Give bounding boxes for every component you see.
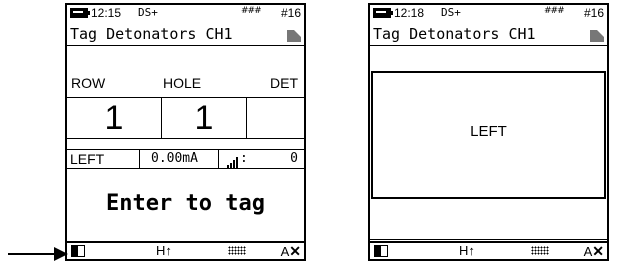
divider — [218, 150, 219, 168]
det-value[interactable] — [247, 98, 304, 138]
screen-title-text: Tag Detonators CH1 — [70, 25, 233, 43]
divider — [370, 239, 607, 240]
status-time: 12:18 — [394, 6, 425, 20]
column-headers: ROW HOLE DET — [67, 67, 304, 98]
softkey-ax[interactable]: A✕ — [280, 243, 301, 259]
current-reading: 0.00mA — [151, 151, 198, 166]
signal-count: 0 — [290, 151, 298, 166]
battery-icon — [70, 8, 90, 18]
header-det: DET — [270, 75, 298, 91]
softkey-bar: H↑ A✕ — [67, 241, 304, 259]
status-mode: DS+ — [138, 6, 158, 19]
hole-value[interactable]: 1 — [162, 98, 247, 138]
softkey-bar: H↑ A✕ — [370, 241, 607, 259]
header-hole: HOLE — [163, 75, 202, 91]
screen-title-text: Tag Detonators CH1 — [373, 25, 536, 43]
value-row: 1 1 — [67, 98, 304, 139]
page-corner-icon — [590, 30, 604, 42]
device-screen-2: 12:18 DS+ ### #16 Tag Detonators CH1 LEF… — [368, 3, 609, 261]
panel-toggle-icon[interactable] — [374, 245, 388, 257]
battery-icon — [373, 8, 393, 18]
info-row: LEFT 0.00mA : 0 — [67, 149, 304, 169]
close-x-icon: ✕ — [592, 243, 604, 259]
device-screen-1: 12:15 DS+ ### #16 Tag Detonators CH1 ROW… — [65, 3, 306, 261]
softkey-ax-label: A — [280, 244, 290, 259]
softkey-h-up[interactable]: H↑ — [459, 243, 475, 258]
direction-label: LEFT — [70, 151, 105, 167]
status-channel: #16 — [280, 6, 301, 20]
panel-toggle-icon[interactable] — [71, 245, 85, 257]
enter-to-tag-prompt: Enter to tag — [106, 191, 265, 216]
screen-title: Tag Detonators CH1 — [67, 23, 304, 46]
softkey-h-up[interactable]: H↑ — [156, 243, 172, 258]
close-x-icon: ✕ — [289, 243, 301, 259]
softkey-ax[interactable]: A✕ — [583, 243, 604, 259]
direction-selection-box[interactable]: LEFT — [371, 71, 606, 199]
status-bar: 12:18 DS+ ### #16 — [370, 5, 607, 23]
softkey-ax-label: A — [583, 244, 593, 259]
keypad-grid-icon[interactable] — [228, 246, 246, 255]
status-channel: #16 — [583, 6, 604, 20]
direction-box-text: LEFT — [470, 123, 507, 140]
header-row: ROW — [71, 75, 106, 91]
signal-bars-icon: : — [227, 151, 248, 168]
signal-icon: ### — [544, 6, 565, 16]
page-corner-icon — [287, 30, 301, 42]
keypad-grid-icon[interactable] — [531, 246, 549, 255]
screen-title: Tag Detonators CH1 — [370, 23, 607, 46]
row-value[interactable]: 1 — [67, 98, 162, 138]
pointer-arrow-icon — [8, 247, 68, 261]
status-bar: 12:15 DS+ ### #16 — [67, 5, 304, 23]
signal-icon: ### — [241, 6, 262, 16]
status-time: 12:15 — [91, 6, 122, 20]
status-mode: DS+ — [441, 6, 461, 19]
divider — [139, 150, 140, 168]
